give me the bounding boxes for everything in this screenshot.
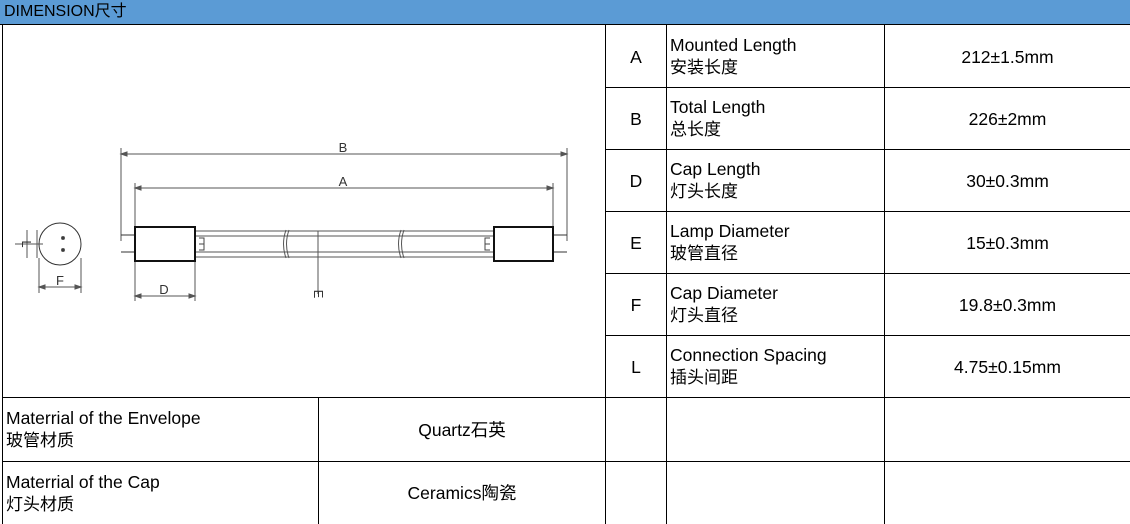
- dimension-name: Lamp Diameter 玻管直径: [667, 212, 884, 273]
- diagram-label-f: F: [56, 273, 64, 288]
- dimension-code: F: [630, 294, 642, 315]
- dimension-name-en: Mounted Length: [670, 35, 797, 55]
- dimension-name-zh: 灯头直径: [670, 306, 738, 325]
- dimension-name: Cap Length 灯头长度: [667, 150, 884, 211]
- dimension-name-en: Lamp Diameter: [670, 221, 790, 241]
- diagram-label-b: B: [339, 140, 348, 155]
- material-value: Quartz石英: [418, 419, 506, 440]
- diagram-label-l: L: [19, 240, 34, 247]
- dimension-header: DIMENSION尺寸: [0, 0, 1130, 25]
- material-name-zh: 灯头材质: [6, 494, 74, 514]
- material-name-zh: 玻管材质: [6, 431, 74, 450]
- right-cap: [493, 226, 554, 262]
- dimension-code: D: [629, 170, 643, 191]
- dimension-value: 226±2mm: [968, 108, 1047, 129]
- dimension-code: L: [631, 356, 641, 377]
- diagram-label-a: A: [339, 174, 348, 189]
- material-value: Ceramics陶瓷: [407, 483, 517, 503]
- dimension-name-zh: 插头间距: [670, 368, 738, 387]
- dimension-value: 15±0.3mm: [966, 232, 1049, 253]
- diagram-label-d: D: [159, 282, 168, 297]
- dimension-name: Cap Diameter 灯头直径: [667, 274, 884, 335]
- lamp-dimension-diagram: B A D E F L: [15, 140, 569, 301]
- dimension-name-en: Cap Length: [670, 159, 761, 179]
- material-name: Materrial of the Cap 灯头材质: [3, 462, 318, 524]
- material-name-en: Materrial of the Envelope: [6, 408, 201, 428]
- dimension-name: Total Length 总长度: [667, 88, 884, 149]
- dimension-value: 30±0.3mm: [966, 170, 1049, 191]
- dimension-value: 4.75±0.15mm: [954, 356, 1061, 377]
- dimension-value: 19.8±0.3mm: [958, 294, 1057, 315]
- dimension-value: 212±1.5mm: [961, 46, 1054, 67]
- dimension-name-en: Total Length: [670, 97, 766, 117]
- dimension-name-en: Connection Spacing: [670, 345, 827, 365]
- dimension-name-zh: 安装长度: [670, 58, 738, 77]
- material-name-en: Materrial of the Cap: [6, 471, 160, 492]
- dimension-name: Mounted Length 安装长度: [667, 26, 884, 87]
- material-name: Materrial of the Envelope 玻管材质: [3, 398, 318, 461]
- dimension-name: Connection Spacing 插头间距: [667, 336, 884, 397]
- dimension-title: DIMENSION尺寸: [4, 3, 127, 20]
- diagram-label-e: E: [311, 290, 326, 299]
- dimension-name-zh: 玻管直径: [670, 244, 738, 263]
- dimension-name-en: Cap Diameter: [670, 283, 778, 303]
- dimension-name-zh: 总长度: [670, 120, 721, 139]
- dimension-code: A: [630, 46, 642, 67]
- dimension-code: E: [630, 232, 642, 253]
- left-cap: [134, 226, 196, 262]
- dimension-code: B: [630, 108, 642, 129]
- dimension-name-zh: 灯头长度: [670, 182, 738, 201]
